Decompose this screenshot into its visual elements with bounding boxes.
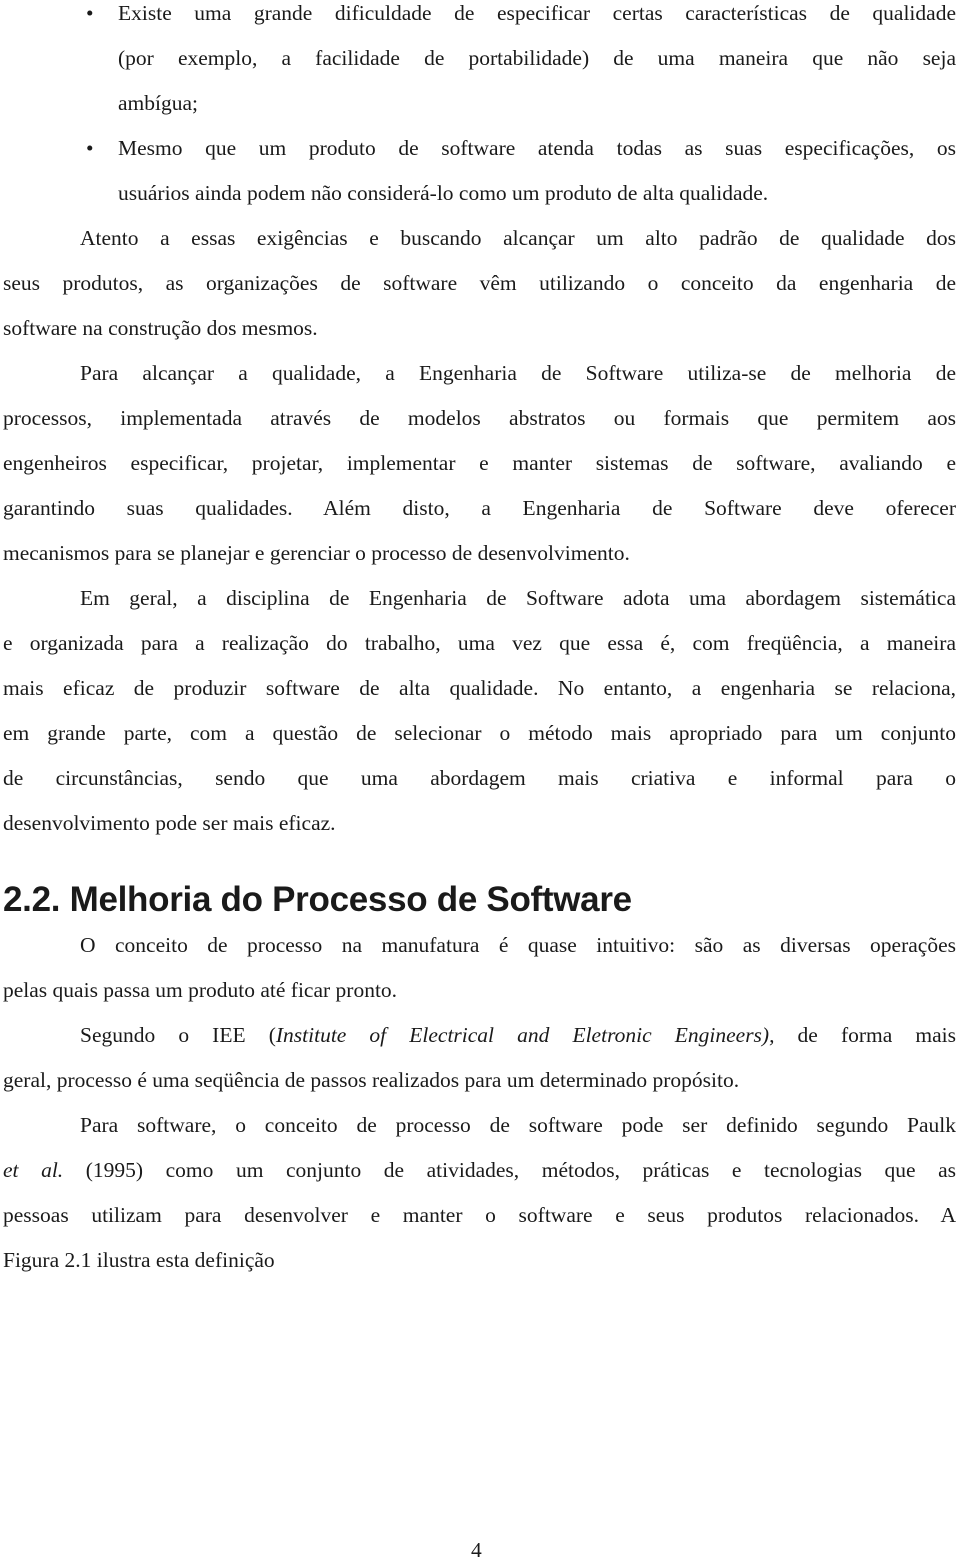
text-line: pelas quais passa um produto até ficar p… bbox=[3, 977, 398, 1002]
text-line: et al. (1995) como um conjunto de ativid… bbox=[3, 1148, 956, 1193]
text-line: Em geral, a disciplina de Engenharia de … bbox=[80, 585, 956, 610]
document-body: • Existe uma grande dificuldade de especi… bbox=[3, 0, 956, 1283]
text-line: desenvolvimento pode ser mais eficaz. bbox=[3, 810, 336, 835]
text-line: Figura 2.1 ilustra esta definição bbox=[3, 1247, 275, 1272]
bullet-item: • Mesmo que um produto de software atenda… bbox=[3, 126, 956, 216]
text-line: seus produtos, as organizações de softwa… bbox=[3, 270, 956, 295]
text-line: Existe uma grande dificuldade de especif… bbox=[118, 0, 956, 25]
text-line: e organizada para a realização do trabal… bbox=[3, 630, 956, 655]
text-line: Para alcançar a qualidade, a Engenharia … bbox=[80, 360, 956, 385]
text-line: Mesmo que um produto de software atenda … bbox=[118, 135, 956, 160]
italic-text-run: et al. bbox=[3, 1157, 64, 1182]
text-line: de circunstâncias, sendo que uma abordag… bbox=[3, 765, 956, 790]
text-line: mecanismos para se planejar e gerenciar … bbox=[3, 540, 630, 565]
bullet-icon: • bbox=[86, 135, 94, 160]
paragraph: Para software, o conceito de processo de… bbox=[3, 1103, 956, 1283]
text-line: Segundo o IEE (Institute of Electrical a… bbox=[3, 1013, 956, 1058]
paragraph: O conceito de processo na manufatura é q… bbox=[3, 923, 956, 1013]
text-line: mais eficaz de produzir software de alta… bbox=[3, 675, 956, 700]
text-line: engenheiros especificar, projetar, imple… bbox=[3, 450, 956, 475]
text-line: ambígua; bbox=[118, 90, 199, 115]
paragraph: Para alcançar a qualidade, a Engenharia … bbox=[3, 351, 956, 576]
text-line: software na construção dos mesmos. bbox=[3, 315, 318, 340]
text-run: (1995) como um conjunto de atividades, m… bbox=[63, 1157, 957, 1182]
text-line: O conceito de processo na manufatura é q… bbox=[80, 932, 956, 957]
bullet-item: • Existe uma grande dificuldade de especi… bbox=[3, 0, 956, 126]
paragraph: Atento a essas exigências e buscando alc… bbox=[3, 216, 956, 351]
text-line: Para software, o conceito de processo de… bbox=[80, 1112, 956, 1137]
text-line: geral, processo é uma seqüência de passo… bbox=[3, 1067, 740, 1092]
text-line: pessoas utilizam para desenvolver e mant… bbox=[3, 1202, 956, 1227]
bullet-icon: • bbox=[86, 0, 94, 25]
page-number: 4 bbox=[471, 1538, 482, 1562]
text-line: em grande parte, com a questão de seleci… bbox=[3, 720, 956, 745]
text-run: de forma mais bbox=[774, 1022, 956, 1047]
text-line: garantindo suas qualidades. Além disto, … bbox=[3, 495, 956, 520]
text-line: (por exemplo, a facilidade de portabilid… bbox=[118, 45, 956, 70]
text-line: processos, implementada através de model… bbox=[3, 405, 956, 430]
paragraph: Em geral, a disciplina de Engenharia de … bbox=[3, 576, 956, 846]
paragraph: Segundo o IEE (Institute of Electrical a… bbox=[3, 1013, 956, 1103]
italic-text-run: Institute of Electrical and Eletronic En… bbox=[275, 1022, 775, 1047]
section-heading: 2.2. Melhoria do Processo de Software bbox=[3, 880, 632, 919]
text-run: Segundo o IEE ( bbox=[80, 1022, 276, 1047]
text-line: usuários ainda podem não considerá-lo co… bbox=[118, 180, 769, 205]
text-line: Atento a essas exigências e buscando alc… bbox=[80, 225, 956, 250]
